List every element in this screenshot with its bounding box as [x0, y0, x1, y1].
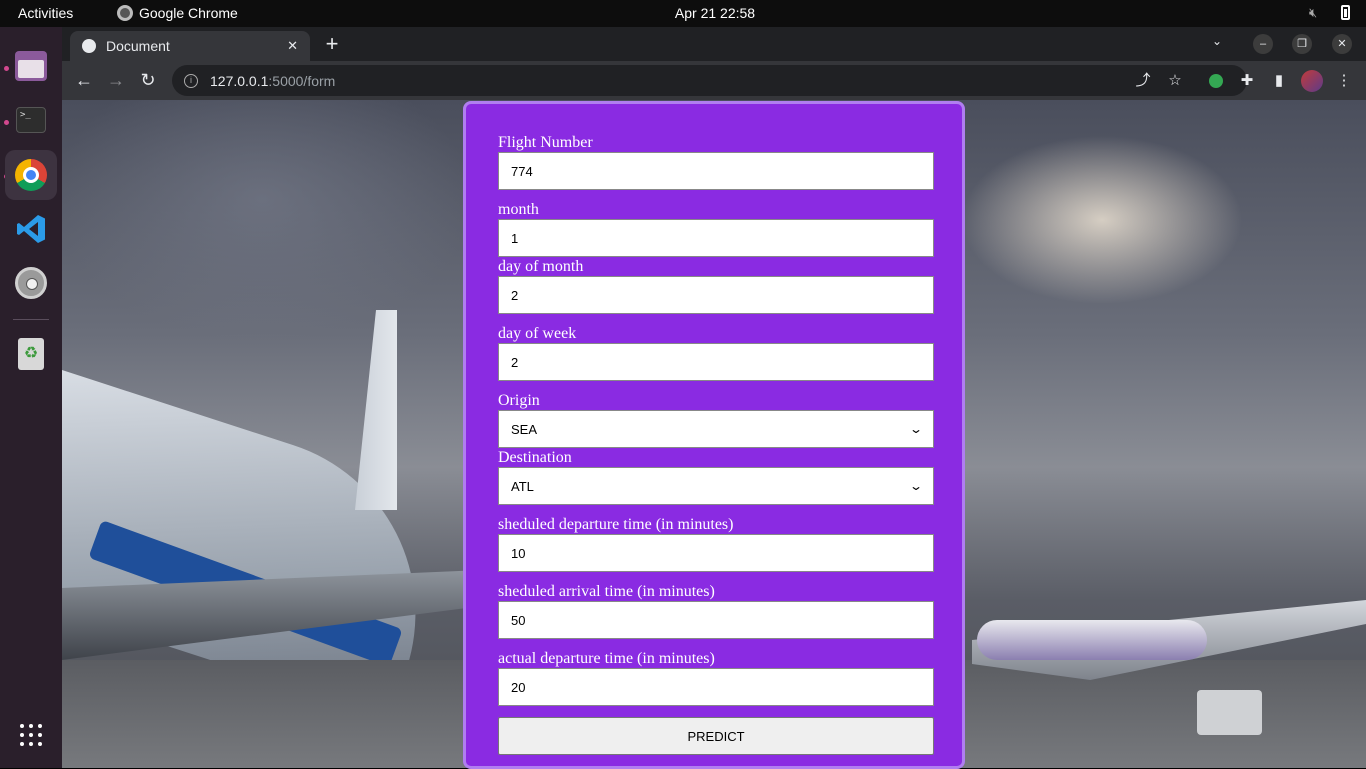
- month-input[interactable]: 1: [498, 219, 934, 257]
- chevron-down-icon: ⌄: [908, 422, 924, 436]
- forward-button[interactable]: →: [104, 69, 128, 93]
- volume-muted-icon[interactable]: 🔇︎: [1309, 5, 1325, 20]
- system-top-bar: Activities Google Chrome Apr 21 22:58 🔇︎: [0, 0, 1366, 27]
- url-host: 127.0.0.1: [210, 72, 269, 89]
- site-info-icon[interactable]: i: [184, 73, 198, 88]
- destination-select[interactable]: ATL ⌄: [498, 467, 934, 505]
- reload-button[interactable]: ↻: [136, 69, 160, 93]
- clock[interactable]: Apr 21 22:58: [0, 5, 1366, 21]
- chrome-icon: [15, 159, 47, 191]
- day-of-week-input[interactable]: 2: [498, 343, 934, 381]
- vscode-icon: [17, 215, 45, 243]
- files-icon: [15, 51, 47, 81]
- actual-departure-label: actual departure time (in minutes): [498, 650, 715, 667]
- extensions-puzzle-icon[interactable]: ✚: [1238, 72, 1256, 90]
- dock: >_ ♻: [0, 27, 62, 768]
- scheduled-arrival-label: sheduled arrival time (in minutes): [498, 583, 715, 600]
- flight-number-input[interactable]: 774: [498, 152, 934, 190]
- chrome-menu-icon[interactable]: ⋮: [1335, 72, 1353, 90]
- battery-icon[interactable]: [1341, 5, 1350, 20]
- destination-label: Destination: [498, 449, 572, 466]
- predict-button[interactable]: PREDICT: [498, 717, 934, 755]
- settings-icon: [15, 267, 47, 299]
- tab-document[interactable]: Document ✕: [70, 31, 310, 61]
- tab-search-chevron-icon[interactable]: ⌄: [1212, 34, 1222, 48]
- tab-title: Document: [106, 38, 170, 54]
- trash-icon: ♻: [18, 338, 44, 370]
- tab-strip: Document ✕ + ⌄ – ❐ ✕: [62, 27, 1366, 61]
- actual-departure-input[interactable]: 20: [498, 668, 934, 706]
- show-apps-button[interactable]: [5, 710, 57, 760]
- destination-selected-value: ATL: [511, 478, 534, 494]
- browser-toolbar: ← → ↻ i 127.0.0.1:5000/form ⤴ ☆ ✚ ▮ ⋮: [62, 61, 1366, 100]
- dock-separator: [13, 319, 49, 320]
- scheduled-departure-input[interactable]: 10: [498, 534, 934, 572]
- bookmark-star-icon[interactable]: ☆: [1166, 72, 1184, 90]
- share-icon[interactable]: ⤴: [1134, 72, 1152, 90]
- profile-avatar[interactable]: [1301, 70, 1323, 92]
- origin-selected-value: SEA: [511, 421, 538, 437]
- back-button[interactable]: ←: [72, 69, 96, 93]
- day-of-month-input[interactable]: 2: [498, 276, 934, 314]
- day-of-week-label: day of week: [498, 325, 577, 342]
- chevron-down-icon: ⌄: [908, 479, 924, 493]
- dock-terminal[interactable]: >_: [5, 95, 57, 145]
- month-label: month: [498, 201, 539, 218]
- dock-chrome[interactable]: [5, 150, 57, 200]
- close-window-button[interactable]: ✕: [1332, 34, 1352, 54]
- day-of-month-label: day of month: [498, 258, 584, 275]
- address-bar[interactable]: i 127.0.0.1:5000/form: [172, 65, 1247, 96]
- globe-icon: [82, 39, 96, 53]
- minimize-button[interactable]: –: [1253, 34, 1273, 54]
- dock-settings[interactable]: [5, 258, 57, 308]
- new-tab-button[interactable]: +: [320, 33, 344, 57]
- extension-icon[interactable]: [1209, 74, 1223, 88]
- flight-number-label: Flight Number: [498, 134, 593, 151]
- scheduled-departure-label: sheduled departure time (in minutes): [498, 516, 734, 533]
- close-tab-icon[interactable]: ✕: [287, 38, 298, 54]
- background-airplane-distant: [977, 620, 1207, 660]
- terminal-icon: >_: [16, 107, 46, 133]
- background-baggage-cart: [1197, 690, 1262, 735]
- app-grid-icon: [20, 724, 42, 746]
- dock-trash[interactable]: ♻: [5, 329, 57, 379]
- system-tray[interactable]: 🔇︎: [1309, 5, 1350, 20]
- maximize-button[interactable]: ❐: [1292, 34, 1312, 54]
- prediction-form: Flight Number 774 month 1 day of month 2…: [463, 101, 965, 769]
- origin-label: Origin: [498, 392, 540, 409]
- scheduled-arrival-input[interactable]: 50: [498, 601, 934, 639]
- dock-vscode[interactable]: [5, 204, 57, 254]
- dock-files[interactable]: [5, 41, 57, 91]
- side-panel-icon[interactable]: ▮: [1270, 72, 1288, 90]
- origin-select[interactable]: SEA ⌄: [498, 410, 934, 448]
- url-path: :5000/form: [268, 72, 336, 89]
